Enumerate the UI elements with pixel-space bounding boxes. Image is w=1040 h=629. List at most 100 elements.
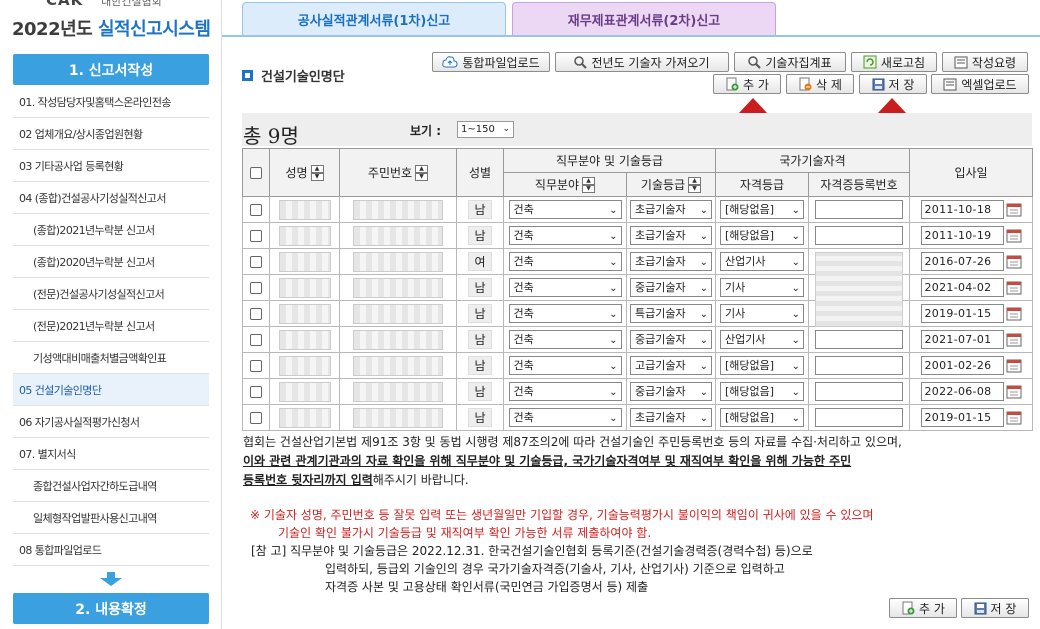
resident-no-input-redacted[interactable]: [353, 277, 443, 298]
license-no-input[interactable]: [815, 200, 903, 219]
add-button[interactable]: 추 가: [713, 74, 781, 94]
license-grade-select[interactable]: 기사 ⌄: [720, 304, 804, 323]
join-date-input[interactable]: 2001-02-26: [920, 356, 1004, 375]
join-date-input[interactable]: 2011-10-18: [920, 200, 1004, 219]
step1-button[interactable]: 1. 신고서작성: [13, 54, 209, 85]
calendar-icon[interactable]: [1006, 332, 1022, 347]
sort-name-icon[interactable]: ▲ ▼: [310, 165, 324, 182]
license-no-input[interactable]: [815, 356, 903, 375]
view-range-select[interactable]: 1~150 ⌄: [457, 121, 514, 138]
calendar-icon[interactable]: [1006, 306, 1022, 321]
sidebar-item-scaffold[interactable]: 일체형작업발판사용신고내역: [13, 502, 209, 534]
tech-grade-select[interactable]: 중급기술자 ⌄: [630, 278, 712, 297]
resident-no-input-redacted[interactable]: [353, 225, 443, 246]
tech-grade-select[interactable]: 중급기술자 ⌄: [630, 382, 712, 401]
job-field-select[interactable]: 건축 ⌄: [508, 278, 622, 297]
resident-no-input-redacted[interactable]: [353, 251, 443, 272]
license-grade-select[interactable]: 산업기사 ⌄: [720, 252, 804, 271]
tech-grade-select[interactable]: 초급기술자 ⌄: [630, 200, 712, 219]
excel-upload-button[interactable]: 엑셀업로드: [931, 74, 1029, 94]
join-date-input[interactable]: 2016-07-26: [920, 252, 1004, 271]
bottom-add-button[interactable]: 추 가: [889, 598, 957, 618]
tech-grade-select[interactable]: 초급기술자 ⌄: [630, 408, 712, 427]
license-grade-select[interactable]: [해당없음] ⌄: [720, 382, 804, 401]
job-field-select[interactable]: 건축 ⌄: [508, 226, 622, 245]
name-input-redacted[interactable]: [278, 381, 331, 402]
sidebar-item-subcontract[interactable]: 종합건설사업자간하도급내역: [13, 470, 209, 502]
join-date-input[interactable]: 2021-04-02: [920, 278, 1004, 297]
resident-no-input-redacted[interactable]: [353, 381, 443, 402]
guide-button[interactable]: 작성요령: [942, 52, 1028, 72]
resident-no-input-redacted[interactable]: [353, 329, 443, 350]
name-input-redacted[interactable]: [278, 355, 331, 376]
license-grade-select[interactable]: [해당없음] ⌄: [720, 356, 804, 375]
row-checkbox[interactable]: [250, 334, 262, 346]
refresh-button[interactable]: 새로고침: [851, 52, 937, 72]
calendar-icon[interactable]: [1006, 228, 1022, 243]
sidebar-item-forms[interactable]: 07. 별지서식: [13, 438, 209, 470]
tech-grade-select[interactable]: 고급기술자 ⌄: [630, 356, 712, 375]
license-no-input[interactable]: [815, 226, 903, 245]
row-checkbox[interactable]: [250, 386, 262, 398]
row-checkbox[interactable]: [250, 308, 262, 320]
license-no-input[interactable]: [815, 330, 903, 349]
calendar-icon[interactable]: [1006, 410, 1022, 425]
row-checkbox[interactable]: [250, 282, 262, 294]
job-field-select[interactable]: 건축 ⌄: [508, 304, 622, 323]
join-date-input[interactable]: 2019-01-15: [920, 408, 1004, 427]
name-input-redacted[interactable]: [278, 329, 331, 350]
resident-no-input-redacted[interactable]: [353, 303, 443, 324]
sidebar-item-general-2020[interactable]: (종합)2020년누락분 신고서: [13, 246, 209, 278]
sidebar-item-sales-check[interactable]: 기성액대비매출처별금액확인표: [13, 342, 209, 374]
license-grade-select[interactable]: 산업기사 ⌄: [720, 330, 804, 349]
delete-button[interactable]: 삭 제: [786, 74, 854, 94]
name-input-redacted[interactable]: [278, 251, 331, 272]
join-date-input[interactable]: 2022-06-08: [920, 382, 1004, 401]
row-checkbox[interactable]: [250, 230, 262, 242]
tech-grade-select[interactable]: 중급기술자 ⌄: [630, 330, 712, 349]
sidebar-item-other-business[interactable]: 03 기타공사업 등록현황: [13, 150, 209, 182]
tech-grade-select[interactable]: 특급기술자 ⌄: [630, 304, 712, 323]
license-no-input[interactable]: [815, 382, 903, 401]
sort-field-icon[interactable]: ▲ ▼: [582, 177, 596, 194]
resident-no-input-redacted[interactable]: [353, 407, 443, 428]
name-input-redacted[interactable]: [278, 407, 331, 428]
job-field-select[interactable]: 건축 ⌄: [508, 330, 622, 349]
sidebar-item-special-2021[interactable]: (전문)2021년누락분 신고서: [13, 310, 209, 342]
row-checkbox[interactable]: [250, 360, 262, 372]
bottom-save-button[interactable]: 저 장: [961, 598, 1029, 618]
row-checkbox[interactable]: [250, 204, 262, 216]
calendar-icon[interactable]: [1006, 384, 1022, 399]
save-button[interactable]: 저 장: [859, 74, 927, 94]
sidebar-item-file-upload[interactable]: 08 통합파일업로드: [13, 534, 209, 566]
sort-resident-icon[interactable]: ▲ ▼: [415, 165, 429, 182]
job-field-select[interactable]: 건축 ⌄: [508, 382, 622, 401]
calendar-icon[interactable]: [1006, 254, 1022, 269]
row-checkbox[interactable]: [250, 412, 262, 424]
tab-primary-report[interactable]: 공사실적관계서류(1차)신고: [242, 2, 506, 36]
join-date-input[interactable]: 2019-01-15: [920, 304, 1004, 323]
resident-no-input-redacted[interactable]: [353, 355, 443, 376]
sidebar-item-overview[interactable]: 02 업체개요/상시종업원현황: [13, 118, 209, 150]
name-input-redacted[interactable]: [278, 277, 331, 298]
prev-year-button[interactable]: 전년도 기술자 가져오기: [555, 52, 729, 72]
tech-grade-select[interactable]: 초급기술자 ⌄: [630, 252, 712, 271]
license-grade-select[interactable]: [해당없음] ⌄: [720, 226, 804, 245]
row-checkbox[interactable]: [250, 256, 262, 268]
license-grade-select[interactable]: 기사 ⌄: [720, 278, 804, 297]
collect-table-button[interactable]: 기술자집계표: [734, 52, 846, 72]
tech-grade-select[interactable]: 초급기술자 ⌄: [630, 226, 712, 245]
job-field-select[interactable]: 건축 ⌄: [508, 200, 622, 219]
name-input-redacted[interactable]: [278, 225, 331, 246]
upload-file-button[interactable]: 통합파일업로드: [432, 52, 550, 72]
sidebar-item-general-2021[interactable]: (종합)2021년누락분 신고서: [13, 214, 209, 246]
calendar-icon[interactable]: [1006, 202, 1022, 217]
license-grade-select[interactable]: [해당없음] ⌄: [720, 200, 804, 219]
sort-grade-icon[interactable]: ▲ ▼: [688, 177, 702, 194]
sidebar-item-special-report[interactable]: (전문)건설공사기성실적신고서: [13, 278, 209, 310]
calendar-icon[interactable]: [1006, 358, 1022, 373]
name-input-redacted[interactable]: [278, 199, 331, 220]
job-field-select[interactable]: 건축 ⌄: [508, 408, 622, 427]
job-field-select[interactable]: 건축 ⌄: [508, 252, 622, 271]
sidebar-item-general-report[interactable]: 04 (종합)건설공사기성실적신고서: [13, 182, 209, 214]
